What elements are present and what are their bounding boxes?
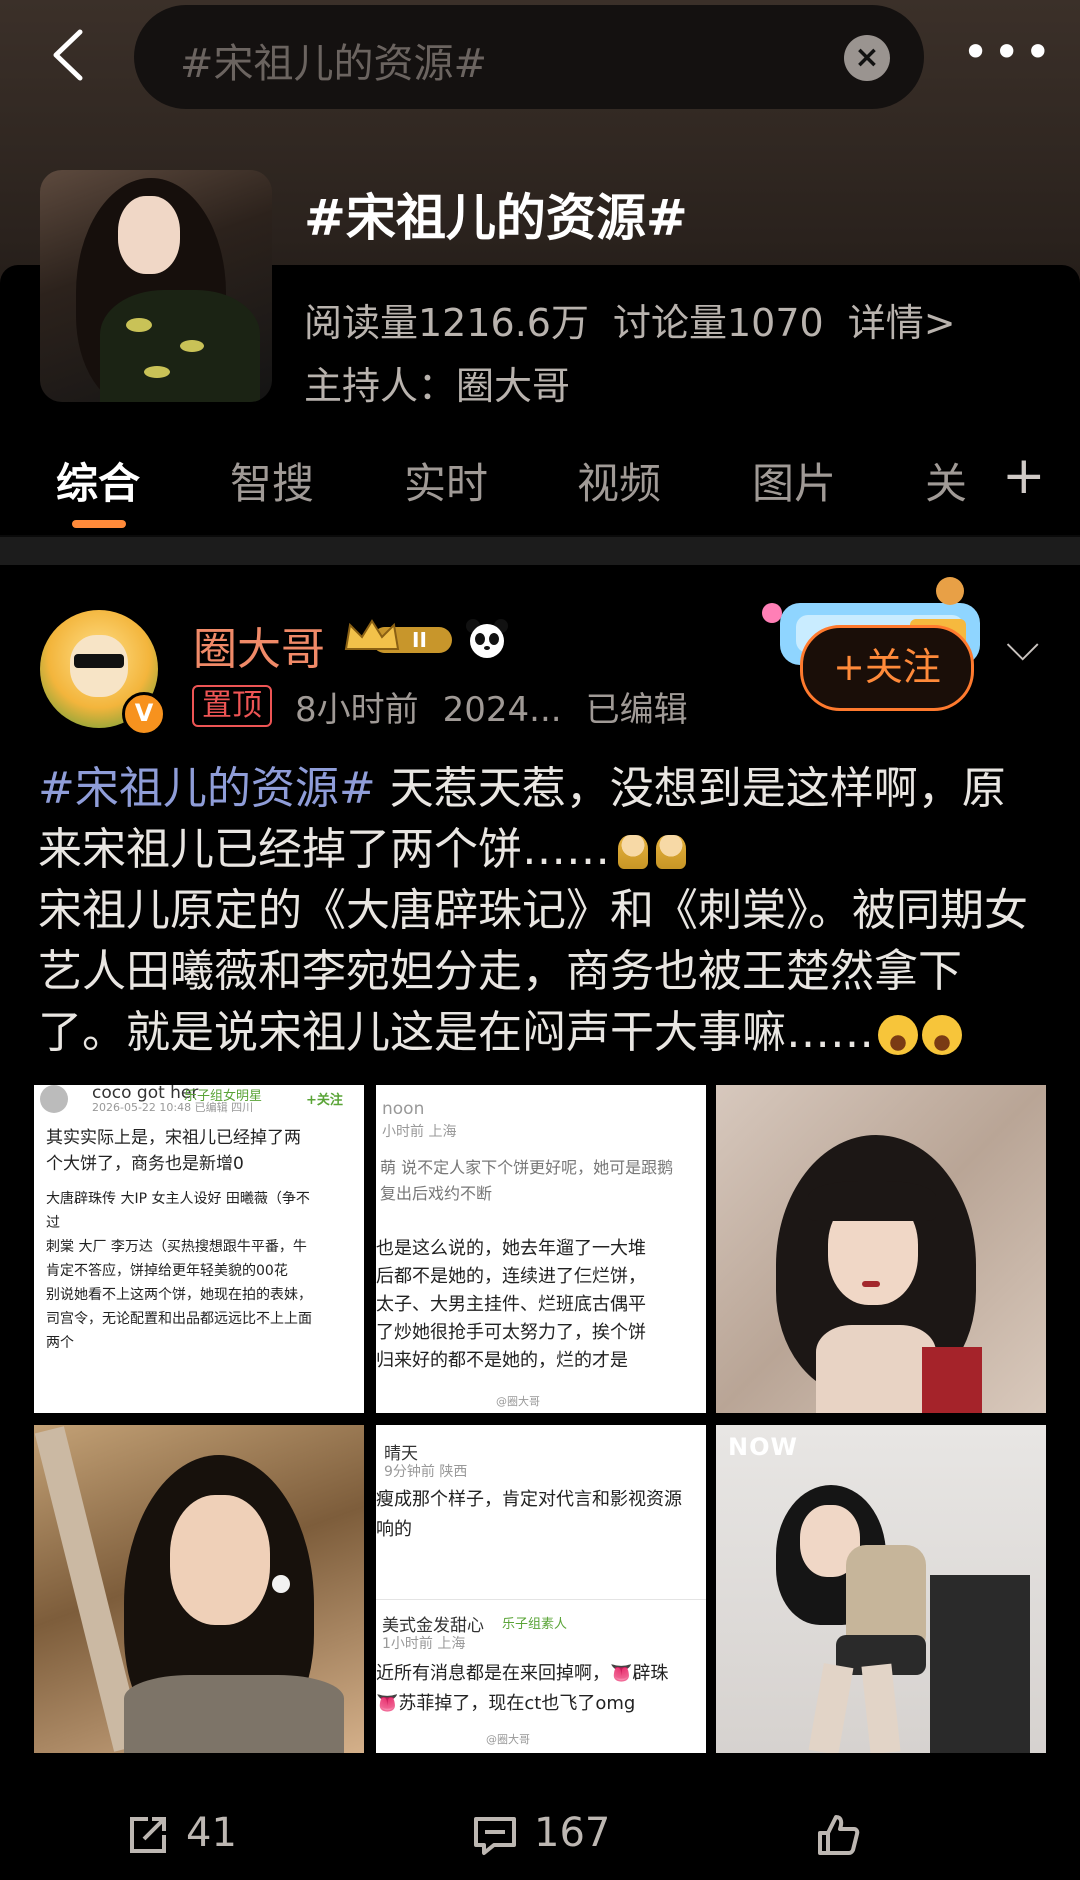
sc3-meta1: 9分钟前 陕西 — [384, 1464, 468, 1480]
follow-button[interactable]: +关注 — [800, 625, 974, 711]
sc1-line: 大唐辟珠传 大IP 女主人设好 田曦薇（争不 — [46, 1191, 310, 1207]
post-card: V 圈大哥 II 置顶 8小时前 2024... 已编辑 +关注 ⌵ #宋祖儿的资源… — [0, 565, 1080, 1880]
tab-follow[interactable]: 关 — [925, 450, 967, 511]
comment-button[interactable]: 167 — [472, 1810, 610, 1857]
pinned-badge: 置顶 — [192, 685, 272, 727]
sc3-line: 响的 — [376, 1519, 412, 1540]
sc2-line: 了炒她很抢手可太努力了，挨个饼 — [376, 1322, 646, 1343]
post-time: 8小时前 — [295, 690, 419, 730]
repost-button[interactable]: 41 — [126, 1810, 237, 1857]
tab-realtime[interactable]: 实时 — [404, 450, 488, 511]
read-count: 阅读量1216.6万 — [304, 301, 589, 345]
like-button[interactable] — [816, 1810, 860, 1857]
sc1-line: 两个 — [46, 1335, 74, 1351]
now-logo: NOW — [728, 1433, 798, 1461]
sc1-line: 肯定不答应，饼掉给更年轻美貌的00花 — [46, 1263, 288, 1279]
sc2-meta: 小时前 上海 — [382, 1124, 457, 1140]
sc1-follow: +关注 — [306, 1093, 343, 1108]
topic-stats: 阅读量1216.6万 讨论量1070 详情> — [304, 292, 980, 347]
top-bar: #宋祖儿的资源# × ••• — [0, 0, 1080, 110]
screenshot-image-1[interactable]: coco got her 乐子组女明星 +关注 2026-05-22 10:48… — [34, 1085, 364, 1413]
baby-emoji-icon — [618, 835, 648, 869]
portrait-image-2[interactable] — [34, 1425, 364, 1753]
comment-icon — [474, 1817, 516, 1855]
laughing-emoji-icon — [878, 1015, 918, 1055]
sc1-text: 其实实际上是，宋祖儿已经掉了两 个大饼了，商务也是新增0 大唐辟珠传 大IP 女… — [46, 1125, 362, 1355]
tab-all[interactable]: 综合 — [56, 450, 140, 511]
post-date: 2024... — [442, 690, 562, 730]
sc1-line: 过 — [46, 1215, 60, 1231]
sc3-meta2: 1小时前 上海 — [382, 1636, 466, 1652]
post-username[interactable]: 圈大哥 — [193, 613, 325, 677]
topic-cover-image — [40, 170, 272, 402]
section-divider — [0, 537, 1080, 565]
back-arrow-icon[interactable] — [40, 22, 100, 88]
sc2-line: 也是这么说的，她去年遛了一大堆 — [376, 1238, 646, 1259]
post-meta: 8小时前 2024... 已编辑 — [295, 682, 712, 731]
verified-badge-icon: V — [122, 692, 166, 736]
laughing-emoji-icon — [922, 1015, 962, 1055]
sc3-line: 👅苏菲掉了，现在ct也飞了omg — [376, 1693, 636, 1714]
topic-title: #宋祖儿的资源# — [304, 189, 688, 247]
sc1-line: 司宫令，无论配置和出品都远远比不上上面 — [46, 1311, 312, 1327]
action-bar: 41 167 — [0, 1800, 1080, 1880]
avatar[interactable]: V — [40, 610, 166, 736]
add-tab-icon[interactable]: + — [1002, 446, 1046, 506]
sc3-text-2: 近所有消息都是在来回掉啊，👅辟珠 👅苏菲掉了，现在ct也飞了omg — [376, 1659, 706, 1719]
comment-count: 167 — [534, 1810, 611, 1856]
repost-count: 41 — [186, 1810, 237, 1856]
svg-text:II: II — [412, 628, 427, 652]
crown-level-icon: II — [344, 619, 452, 653]
sc3-line: 瘦成那个样子，肯定对代言和影视资源 — [376, 1489, 682, 1510]
clear-search-icon[interactable]: × — [844, 35, 890, 81]
sc2-watermark: @圈大哥 — [496, 1395, 540, 1408]
sc2-user: noon — [382, 1099, 425, 1119]
sc2-line: 归来好的都不是她的，烂的才是 — [376, 1350, 628, 1371]
chevron-down-icon[interactable]: ⌵ — [1006, 620, 1039, 671]
screenshot-image-3[interactable]: 晴天 9分钟前 陕西 瘦成那个样子，肯定对代言和影视资源 响的 美式金发甜心 乐… — [376, 1425, 706, 1753]
sc1-line: 刺棠 大厂 李万达（买热搜想跟牛平番，牛 — [46, 1239, 307, 1255]
sc2-line: 复出后戏约不断 — [380, 1184, 493, 1203]
sc2-line: 后都不是她的，连续进了仨烂饼， — [376, 1266, 646, 1287]
panda-icon — [466, 619, 508, 658]
sc2-line: 太子、大男主挂件、烂班底古偶平 — [376, 1294, 646, 1315]
thumbs-up-icon — [818, 1815, 860, 1855]
sc2-text-a: 萌 说不定人家下个饼更好呢，她可是跟鹅 复出后戏约不断 — [380, 1155, 706, 1207]
sc2-text-b: 也是这么说的，她去年遛了一大堆 后都不是她的，连续进了仨烂饼， 太子、大男主挂件… — [376, 1235, 706, 1375]
sc3-text-1: 瘦成那个样子，肯定对代言和影视资源 响的 — [376, 1485, 706, 1545]
sc3-line: 近所有消息都是在来回掉啊，👅辟珠 — [376, 1663, 669, 1684]
post-body: #宋祖儿的资源# 天惹天惹，没想到是这样啊，原来宋祖儿已经掉了两个饼…… 宋祖儿… — [38, 758, 1048, 1063]
sc1-line: 个大饼了，商务也是新增0 — [46, 1154, 244, 1174]
repost-icon — [130, 1817, 166, 1853]
topic-host[interactable]: 主持人：圈大哥 — [304, 355, 570, 410]
detail-link[interactable]: 详情> — [848, 301, 956, 345]
search-box[interactable]: #宋祖儿的资源# × — [134, 5, 924, 109]
sc1-line: 别说她看不上这两个饼，她现在拍的表妹， — [46, 1287, 312, 1303]
edited-label: 已编辑 — [585, 690, 688, 730]
tab-pictures[interactable]: 图片 — [752, 450, 836, 511]
sc1-line: 其实实际上是，宋祖儿已经掉了两 — [46, 1128, 301, 1148]
sc2-line: 萌 说不定人家下个饼更好呢，她可是跟鹅 — [380, 1158, 674, 1177]
discussion-count: 讨论量1070 — [612, 301, 824, 345]
tab-bar: 综合 智搜 实时 视频 图片 关 + — [0, 440, 1080, 540]
tab-video[interactable]: 视频 — [577, 450, 661, 511]
sc1-meta: 2026-05-22 10:48 已编辑 四川 — [92, 1101, 254, 1114]
sc3-tag2: 乐子组素人 — [502, 1617, 568, 1632]
tab-smart-search[interactable]: 智搜 — [230, 450, 314, 511]
post-hashtag[interactable]: #宋祖儿的资源# — [38, 763, 376, 814]
screenshot-image-2[interactable]: noon 小时前 上海 萌 说不定人家下个饼更好呢，她可是跟鹅 复出后戏约不断 … — [376, 1085, 706, 1413]
portrait-image-3[interactable]: NOW — [716, 1425, 1046, 1753]
more-options-icon[interactable]: ••• — [962, 29, 1051, 75]
search-query[interactable]: #宋祖儿的资源# — [180, 31, 487, 89]
active-tab-indicator — [72, 520, 126, 528]
baby-emoji-icon — [656, 835, 686, 869]
portrait-image-1[interactable] — [716, 1085, 1046, 1413]
sc3-watermark: @圈大哥 — [486, 1733, 530, 1746]
